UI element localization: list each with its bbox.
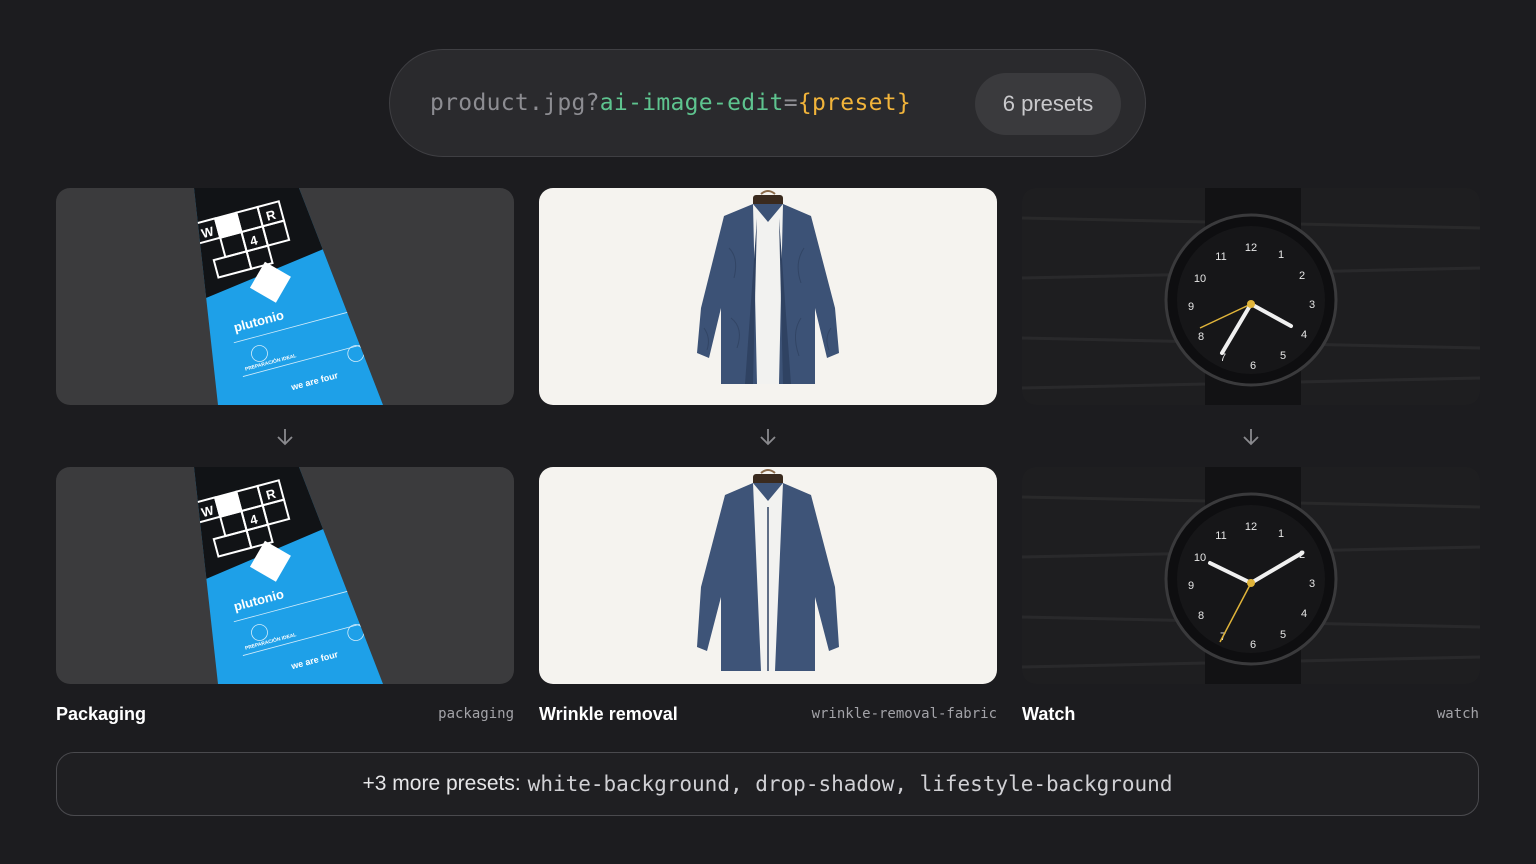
url-pattern-text: product.jpg?ai-image-edit={preset} — [430, 90, 911, 116]
arrow-down-icon — [277, 429, 293, 446]
svg-text:2: 2 — [1299, 270, 1305, 282]
preset-slug-packaging: packaging — [438, 706, 514, 722]
preset-count-badge: 6 presets — [975, 73, 1121, 135]
shirt-illustration — [697, 190, 839, 384]
svg-text:9: 9 — [1188, 301, 1194, 313]
packaging-bag-illustration: W 4 R plutonio we are four PREPARACIÓN I… — [194, 188, 383, 405]
svg-text:1: 1 — [1278, 528, 1284, 540]
svg-text:1: 1 — [1278, 249, 1284, 261]
packaging-after-image: W 4 R plutonio we are four PREPARACIÓN I… — [56, 467, 514, 684]
svg-text:4: 4 — [1301, 608, 1307, 620]
preset-label-wrinkle-removal: Wrinkle removal — [539, 704, 678, 724]
preset-slug-watch: watch — [1436, 706, 1479, 722]
watch-illustration: 12 1 2 3 4 5 6 7 8 9 10 11 — [1022, 188, 1480, 405]
more-presets-prefix: +3 more presets: — [362, 772, 521, 795]
watch-illustration: 12 1 2 3 4 5 6 7 8 9 10 11 — [1022, 467, 1480, 684]
more-presets-list: white-background, drop-shadow, lifestyle… — [527, 772, 1173, 796]
preset-label-watch: Watch — [1022, 704, 1076, 724]
url-equals: = — [783, 90, 798, 116]
packaging-before-image: W 4 R plutonio we are four PREPARACIÓN I… — [56, 188, 514, 405]
svg-text:8: 8 — [1198, 610, 1204, 622]
svg-text:12: 12 — [1245, 242, 1257, 254]
svg-text:3: 3 — [1309, 578, 1315, 590]
svg-text:8: 8 — [1198, 331, 1204, 343]
shirt-before-image — [539, 188, 997, 405]
svg-text:5: 5 — [1280, 629, 1286, 641]
svg-text:10: 10 — [1194, 273, 1206, 285]
svg-text:6: 6 — [1250, 360, 1256, 372]
svg-text:6: 6 — [1250, 639, 1256, 651]
watch-after-image: 12 1 2 3 4 5 6 7 8 9 10 11 — [1022, 467, 1480, 684]
preset-slug-wrinkle-removal: wrinkle-removal-fabric — [811, 706, 997, 722]
svg-text:11: 11 — [1215, 251, 1226, 263]
svg-text:10: 10 — [1194, 552, 1206, 564]
shirt-illustration — [697, 469, 839, 671]
arrow-down-icon — [760, 429, 776, 446]
svg-text:3: 3 — [1309, 299, 1315, 311]
svg-text:12: 12 — [1245, 521, 1257, 533]
svg-text:4: 4 — [1301, 329, 1307, 341]
url-param: ai-image-edit — [599, 90, 784, 116]
url-base: product.jpg? — [430, 90, 600, 116]
packaging-bag-illustration: W 4 R plutonio we are four PREPARACIÓN I… — [194, 467, 383, 684]
svg-text:9: 9 — [1188, 580, 1194, 592]
svg-text:11: 11 — [1215, 530, 1226, 542]
watch-before-image: 12 1 2 3 4 5 6 7 8 9 10 11 — [1022, 188, 1480, 405]
more-presets-bar: +3 more presets: white-background, drop-… — [56, 752, 1479, 816]
svg-text:5: 5 — [1280, 350, 1286, 362]
arrow-down-icon — [1243, 429, 1259, 446]
shirt-after-image — [539, 467, 997, 684]
url-preset-placeholder: {preset} — [797, 90, 912, 116]
preset-label-packaging: Packaging — [56, 704, 147, 724]
url-pattern-pill: product.jpg?ai-image-edit={preset} 6 pre… — [389, 49, 1146, 157]
